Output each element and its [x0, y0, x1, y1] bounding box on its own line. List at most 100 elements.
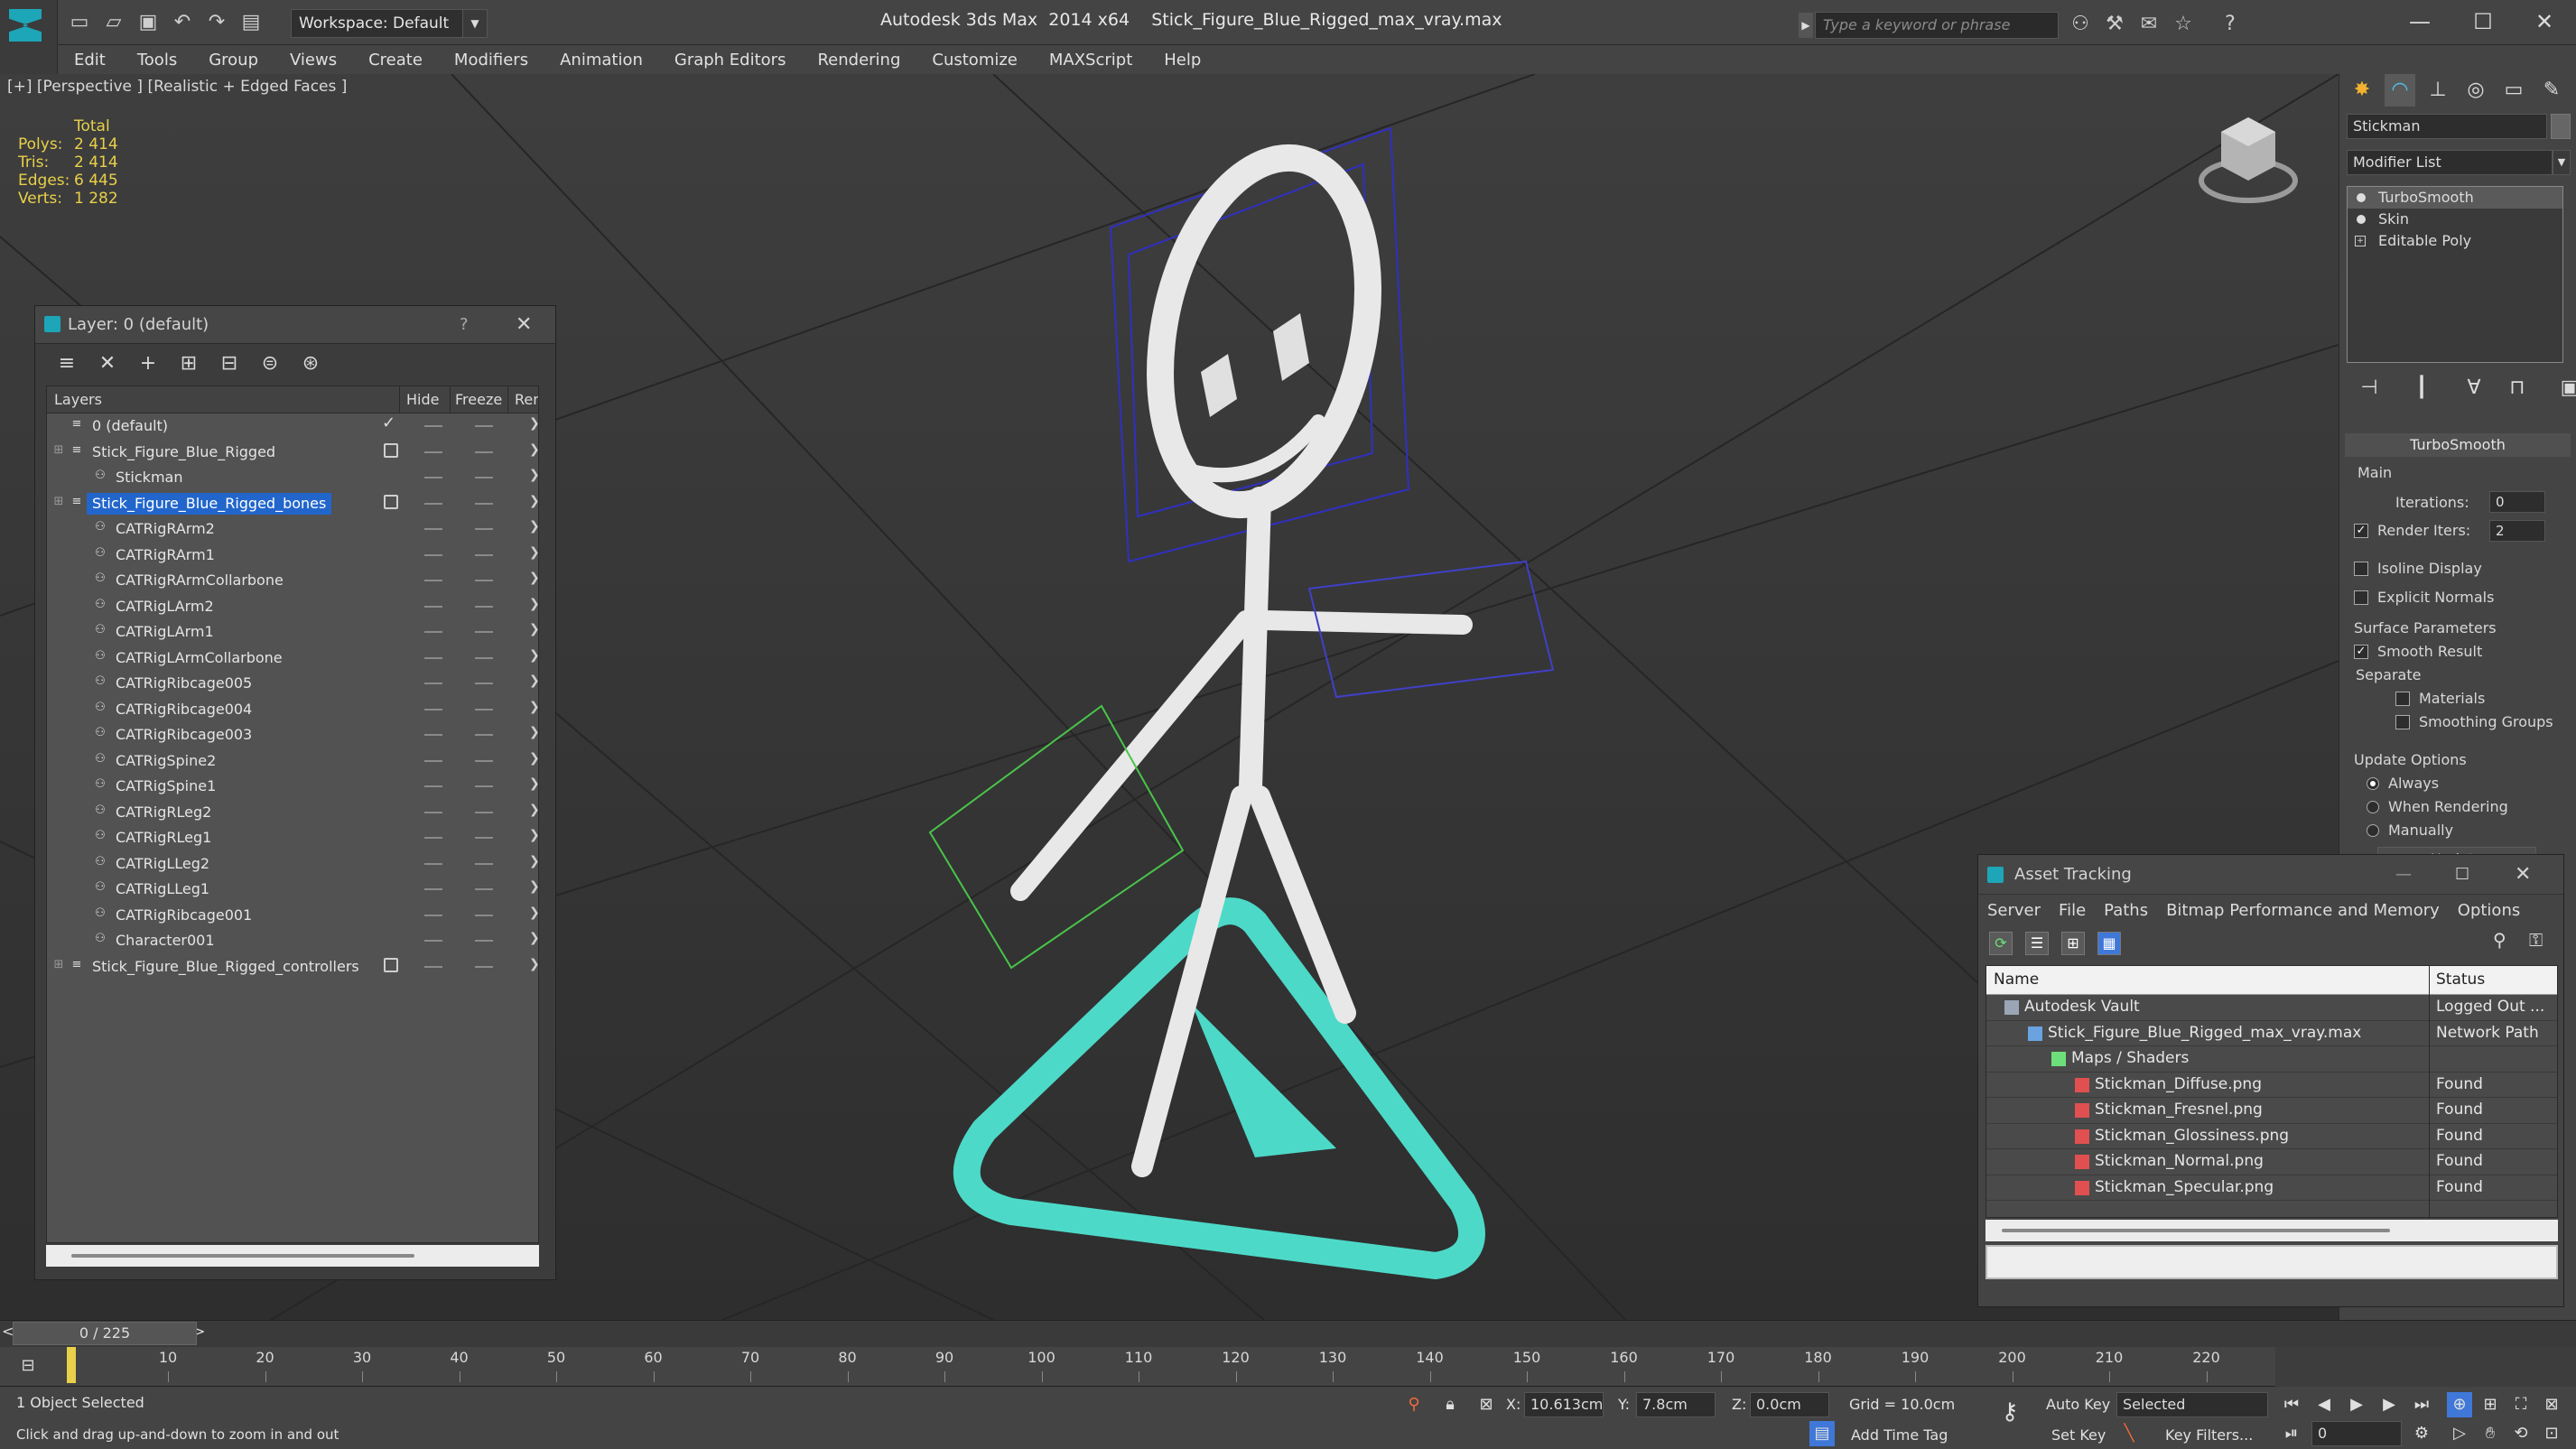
- layer-row[interactable]: ⚇ CATRigRLeg1 ❯: [47, 825, 538, 851]
- freeze-toggle[interactable]: [475, 785, 493, 787]
- explicit-normals-checkbox[interactable]: [2354, 590, 2368, 605]
- hide-toggle[interactable]: [424, 631, 442, 633]
- expand-layer-icon[interactable]: ⊞: [51, 494, 67, 510]
- detail-view-icon[interactable]: ⊞: [2061, 932, 2085, 955]
- asset-menu-server[interactable]: Server: [1987, 901, 2041, 920]
- maximize-viewport-icon[interactable]: ⊡: [2539, 1421, 2564, 1446]
- vault-icon[interactable]: ⚲: [2493, 929, 2506, 951]
- zoom-extents-all-icon[interactable]: ⊠: [2539, 1392, 2564, 1417]
- create-tab-icon[interactable]: ✸: [2347, 74, 2377, 107]
- y-coordinate-field[interactable]: 7.8cm: [1636, 1392, 1716, 1417]
- menu-edit[interactable]: Edit: [74, 51, 106, 70]
- add-to-layer-icon[interactable]: +: [136, 352, 160, 376]
- pin-stack-icon[interactable]: ⊣: [2357, 372, 2381, 404]
- modifier-stack[interactable]: TurboSmooth Skin + Editable Poly: [2347, 186, 2563, 363]
- current-layer-check-icon[interactable]: ✓: [382, 413, 395, 432]
- layer-row[interactable]: ⚇ CATRigRArm2 ❯: [47, 516, 538, 543]
- hide-toggle[interactable]: [424, 888, 442, 890]
- viewport-label[interactable]: [+] [Perspective ] [Realistic + Edged Fa…: [7, 78, 347, 96]
- render-toggle-icon[interactable]: ❯: [529, 519, 538, 534]
- menu-rendering[interactable]: Rendering: [817, 51, 900, 70]
- layer-row[interactable]: ⚇ CATRigRArm1 ❯: [47, 543, 538, 569]
- select-objects-icon[interactable]: ⊞: [177, 352, 200, 376]
- go-to-end-icon[interactable]: ⏭: [2409, 1392, 2434, 1417]
- configure-sets-icon[interactable]: ▣: [2558, 372, 2576, 404]
- render-toggle-icon[interactable]: ❯: [529, 931, 538, 945]
- freeze-toggle[interactable]: [475, 631, 493, 633]
- zoom-icon[interactable]: ⊕: [2447, 1392, 2472, 1417]
- render-toggle-icon[interactable]: ❯: [529, 725, 538, 739]
- asset-menu-bitmap-performance[interactable]: Bitmap Performance and Memory: [2166, 901, 2440, 920]
- asset-row[interactable]: Stick_Figure_Blue_Rigged_max_vray.max Net…: [1986, 1021, 2557, 1046]
- layer-row[interactable]: ⚇ CATRigSpine2 ❯: [47, 748, 538, 775]
- maximize-icon[interactable]: ☐: [2456, 5, 2510, 38]
- layer-row[interactable]: ⚇ CATRigLArm1 ❯: [47, 619, 538, 646]
- render-toggle-icon[interactable]: ❯: [529, 906, 538, 920]
- asset-tracking-titlebar[interactable]: Asset Tracking — ☐ ✕: [1978, 855, 2563, 895]
- track-bar[interactable]: ⊟ 10 20 30 40 50 60 70 80 90 100 110 120 130 140 150 16…: [0, 1347, 2275, 1387]
- menu-group[interactable]: Group: [209, 51, 258, 70]
- col-render[interactable]: Ren: [515, 391, 538, 408]
- utilities-tab-icon[interactable]: ✎: [2536, 74, 2567, 107]
- render-toggle-icon[interactable]: ❯: [529, 571, 538, 585]
- freeze-toggle[interactable]: [475, 965, 493, 968]
- hide-toggle[interactable]: [424, 656, 442, 659]
- left-arm[interactable]: [1010, 610, 1256, 901]
- hide-toggle[interactable]: [424, 785, 442, 787]
- layer-row[interactable]: ⚇ CATRigRibcage004 ❯: [47, 697, 538, 723]
- redo-icon[interactable]: ↷: [204, 10, 229, 35]
- expand-layer-icon[interactable]: ⊞: [51, 957, 67, 973]
- freeze-toggle[interactable]: [475, 425, 493, 427]
- asset-menu-file[interactable]: File: [2059, 901, 2086, 920]
- asset-menu-options[interactable]: Options: [2458, 901, 2520, 920]
- layer-row[interactable]: ⊞ ≡ Stick_Figure_Blue_Rigged_bones ❯: [47, 491, 538, 517]
- asset-menu-paths[interactable]: Paths: [2104, 901, 2148, 920]
- expand-icon[interactable]: +: [2355, 236, 2366, 246]
- freeze-toggle[interactable]: [475, 656, 493, 659]
- render-toggle-icon[interactable]: ❯: [529, 673, 538, 688]
- hide-toggle[interactable]: [424, 940, 442, 942]
- pan-view-icon[interactable]: ✋︎: [2478, 1421, 2503, 1446]
- asset-row[interactable]: Autodesk Vault Logged Out ...: [1986, 995, 2557, 1021]
- key-mode-dropdown[interactable]: Selected: [2116, 1392, 2268, 1417]
- x-coordinate-field[interactable]: 10.613cm: [1524, 1392, 1604, 1417]
- object-name-field[interactable]: Stickman: [2347, 114, 2547, 139]
- delete-layer-icon[interactable]: ✕: [96, 352, 119, 376]
- go-to-start-icon[interactable]: ⏮: [2279, 1392, 2304, 1417]
- render-toggle-icon[interactable]: ❯: [529, 776, 538, 791]
- hide-toggle[interactable]: [424, 862, 442, 865]
- render-toggle-icon[interactable]: ❯: [529, 957, 538, 971]
- menu-create[interactable]: Create: [368, 51, 423, 70]
- modifier-turbosmooth[interactable]: TurboSmooth: [2348, 187, 2562, 209]
- layer-row[interactable]: ⚇ Character001 ❯: [47, 928, 538, 954]
- display-tab-icon[interactable]: ▭: [2498, 74, 2529, 107]
- freeze-toggle[interactable]: [475, 450, 493, 453]
- bulb-icon[interactable]: [2357, 215, 2366, 224]
- render-toggle-icon[interactable]: ❯: [529, 597, 538, 611]
- render-toggle-icon[interactable]: ❯: [529, 751, 538, 766]
- menu-help[interactable]: Help: [1164, 51, 1201, 70]
- hide-toggle[interactable]: [424, 837, 442, 839]
- set-key-button[interactable]: Set Key: [2051, 1426, 2106, 1444]
- motion-tab-icon[interactable]: ◎: [2460, 74, 2491, 107]
- layer-manager-window[interactable]: Layer: 0 (default) ? ✕ ≡ ✕ + ⊞ ⊟ ⊜ ⊛ Lay…: [34, 305, 556, 1280]
- hide-toggle[interactable]: [424, 811, 442, 813]
- layer-row[interactable]: ⚇ CATRigRLeg2 ❯: [47, 800, 538, 826]
- smoothing-groups-checkbox[interactable]: [2395, 715, 2410, 729]
- layer-row[interactable]: ⊞ ≡ Stick_Figure_Blue_Rigged_controllers ❯: [47, 954, 538, 980]
- set-current-layer-box[interactable]: [384, 494, 398, 509]
- menu-tools[interactable]: Tools: [137, 51, 177, 70]
- hide-toggle[interactable]: [424, 477, 442, 478]
- col-hide[interactable]: Hide: [406, 391, 439, 408]
- hide-toggle[interactable]: [424, 450, 442, 453]
- asset-horizontal-scrollbar[interactable]: [1985, 1220, 2558, 1241]
- layer-row[interactable]: ⊞ ≡ Stick_Figure_Blue_Rigged ❯: [47, 440, 538, 466]
- favorites-star-icon[interactable]: ☆: [2171, 12, 2196, 37]
- hide-toggle[interactable]: [424, 580, 442, 581]
- help-icon[interactable]: ⚿: [2529, 929, 2543, 951]
- expand-layer-icon[interactable]: ⊞: [51, 442, 67, 459]
- selection-lock-icon[interactable]: 🔒︎: [1437, 1392, 1463, 1417]
- key-filters-icon[interactable]: ╲: [2116, 1421, 2142, 1446]
- next-frame-icon[interactable]: ▶: [2376, 1392, 2402, 1417]
- hide-toggle[interactable]: [424, 528, 442, 530]
